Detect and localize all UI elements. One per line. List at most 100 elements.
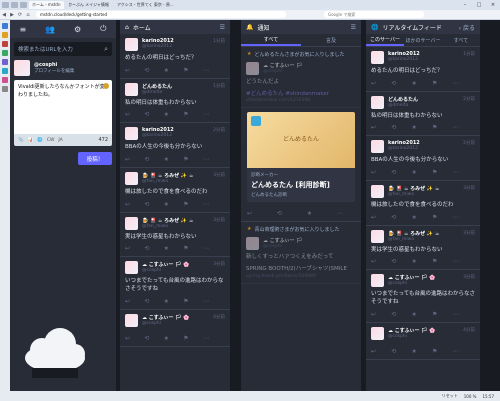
link-text[interactable]: shindanmaker.com/1216398 <box>246 98 356 107</box>
link-text[interactable]: spring.booth.pm/items/569989 <box>246 274 356 283</box>
tab-all[interactable]: すべて <box>442 34 480 46</box>
avatar[interactable] <box>371 274 384 288</box>
notification-status[interactable]: ☁ こすふぃー 🏳 @cosphi どうたんだよ #どんめるたん #shinda… <box>241 58 361 109</box>
tab-all[interactable]: すべて <box>241 34 301 46</box>
more-icon[interactable]: ⋯ <box>203 156 209 163</box>
boost-icon[interactable]: ⟲ <box>391 348 396 355</box>
more-icon[interactable]: ⋯ <box>453 311 459 318</box>
avatar[interactable] <box>371 326 384 340</box>
reload-icon[interactable]: ⟳ <box>16 12 24 18</box>
bookmark-icon[interactable]: ⚑ <box>183 156 188 163</box>
avatar[interactable] <box>125 261 138 275</box>
avatar[interactable] <box>246 62 259 75</box>
bookmark-icon[interactable]: ⚑ <box>183 245 188 252</box>
toot-button[interactable]: 投稿！ <box>78 152 112 165</box>
boost-icon[interactable]: ⟲ <box>144 67 149 74</box>
reply-icon[interactable]: ↩ <box>371 348 376 355</box>
timestamp[interactable]: 1分前 <box>463 51 475 57</box>
compose-textarea[interactable]: Vivaldi更新したらなんかフォントが変わりましたね。 <box>14 80 112 134</box>
display-name[interactable]: ☁ こすふぃー 🏳 🌸 <box>142 314 190 321</box>
boost-icon[interactable]: ⟲ <box>391 214 396 221</box>
status-item[interactable]: karino2012 @karino2012 2分前 BBAの人生の今後も分からない ↩… <box>366 136 480 182</box>
avatar[interactable] <box>125 172 138 186</box>
star-icon[interactable]: ★ <box>411 169 416 176</box>
boost-icon[interactable]: ⟲ <box>391 258 396 265</box>
back-icon[interactable]: ◀ <box>0 12 8 18</box>
avatar[interactable] <box>14 60 30 76</box>
status-item[interactable]: ☁ こすふぃー 🏳 🌸 @cosphi 4分前 ↩ ⟲ ★ ⚑ ⋯ <box>120 310 230 347</box>
bookmark-icon[interactable]: ⚑ <box>432 348 437 355</box>
status-item[interactable]: ☁ こすふぃー 🏳 🌸 @cosphi 3分前 いつまでたっても台風の進路はわからなさ… <box>366 270 480 323</box>
timestamp[interactable]: 2分前 <box>213 127 225 133</box>
boost-icon[interactable]: ⟲ <box>277 210 282 217</box>
avatar[interactable] <box>246 237 259 251</box>
minimize-icon[interactable]: – <box>458 2 472 8</box>
cw-button[interactable]: CW <box>47 138 55 143</box>
more-icon[interactable]: ⋯ <box>203 245 209 252</box>
bookmark-icon[interactable]: ⚑ <box>432 169 437 176</box>
star-icon[interactable]: ★ <box>411 258 416 265</box>
reply-icon[interactable]: ↩ <box>125 298 130 305</box>
timestamp[interactable]: 2分前 <box>463 96 475 102</box>
logout-icon[interactable]: ⏻ <box>100 24 106 34</box>
star-icon[interactable]: ★ <box>164 111 169 118</box>
bookmark-icon[interactable]: ⚑ <box>183 201 188 208</box>
column-header[interactable]: 🌐 リアルタイムフィード ‹ 戻る <box>366 20 480 34</box>
timestamp[interactable]: 3分前 <box>213 172 225 178</box>
avatar[interactable] <box>125 82 138 96</box>
poll-icon[interactable]: 📊 <box>28 138 34 143</box>
reply-icon[interactable]: ↩ <box>125 201 130 208</box>
notification-status[interactable]: ☁ こすふぃー 🏳 @cosphi 新しくすっとハァつくえをみだって SPRIN… <box>241 233 361 284</box>
history-icon[interactable] <box>2 41 8 47</box>
star-icon[interactable]: ★ <box>164 245 169 252</box>
maximize-icon[interactable]: □ <box>472 2 486 8</box>
reply-icon[interactable]: ↩ <box>371 80 376 87</box>
reply-icon[interactable]: ↩ <box>125 245 130 252</box>
add-panel-icon[interactable] <box>2 86 8 92</box>
star-icon[interactable]: ★ <box>307 210 312 217</box>
display-name[interactable]: 🍺 🎴 ☕ ろみぜ ✨ ☕ <box>142 217 193 224</box>
bookmark-icon[interactable]: ⚑ <box>432 124 437 131</box>
display-name[interactable]: 🍺 🎴 ☕ ろみぜ ✨ ☕ <box>388 230 439 237</box>
timestamp[interactable]: 3分前 <box>463 274 475 280</box>
avatar[interactable] <box>371 140 384 154</box>
forward-icon[interactable]: ▶ <box>8 12 16 18</box>
browser-tab[interactable]: アクシス・世界てく 東京 - 原... <box>114 1 177 9</box>
menu-icon[interactable]: ≡ <box>19 25 26 34</box>
url-input[interactable]: mstdn.cloud/deck/getting-started <box>36 11 286 18</box>
display-name[interactable]: どんめるたん <box>142 83 172 90</box>
star-icon[interactable]: ★ <box>411 311 416 318</box>
notes-icon[interactable] <box>2 50 8 56</box>
bookmark-icon[interactable]: ⚑ <box>432 258 437 265</box>
browser-tab[interactable]: ホーム - mstdn <box>29 1 64 9</box>
reply-icon[interactable]: ↩ <box>371 258 376 265</box>
avatar[interactable] <box>371 229 384 243</box>
bookmark-icon[interactable]: ⚑ <box>183 335 188 342</box>
settings-icon[interactable]: ☰ <box>220 24 225 31</box>
close-icon[interactable]: × <box>486 2 500 8</box>
bookmark-icon[interactable]: ⚑ <box>183 298 188 305</box>
globe-icon[interactable]: 🌐 <box>37 138 43 143</box>
language-button[interactable]: JA <box>58 138 62 143</box>
more-icon[interactable]: ⋯ <box>203 201 209 208</box>
status-item[interactable]: ☁ こすふぃー 🏳 🌸 @cosphi 4分前 ↩ ⟲ ★ ⚑ ⋯ <box>366 323 480 360</box>
boost-icon[interactable]: ⟲ <box>144 201 149 208</box>
timestamp[interactable]: 3分前 <box>463 230 475 236</box>
reply-icon[interactable]: ↩ <box>125 156 130 163</box>
display-name[interactable]: ☁ こすふぃー 🏳 🌸 <box>388 327 436 334</box>
display-name[interactable]: 🍺 🎴 ☕ ろみぜ ✨ ☕ <box>388 185 439 192</box>
bookmark-icon[interactable]: ⚑ <box>432 80 437 87</box>
more-icon[interactable]: ⋯ <box>203 111 209 118</box>
more-icon[interactable]: ⋯ <box>453 214 459 221</box>
more-icon[interactable]: ⋯ <box>453 124 459 131</box>
boost-icon[interactable]: ⟲ <box>391 80 396 87</box>
timestamp[interactable]: 4分前 <box>463 327 475 333</box>
home-icon[interactable]: ⌂ <box>24 12 32 18</box>
tab-other-servers[interactable]: ほかのサーバー <box>404 34 442 46</box>
boost-icon[interactable]: ⟲ <box>144 245 149 252</box>
boost-icon[interactable]: ⟲ <box>144 111 149 118</box>
bookmark-icon[interactable] <box>2 23 8 29</box>
emoji-picker-icon[interactable] <box>103 83 109 89</box>
bookmark-icon[interactable]: ⚑ <box>432 311 437 318</box>
tab-this-server[interactable]: このサーバー <box>366 34 404 46</box>
